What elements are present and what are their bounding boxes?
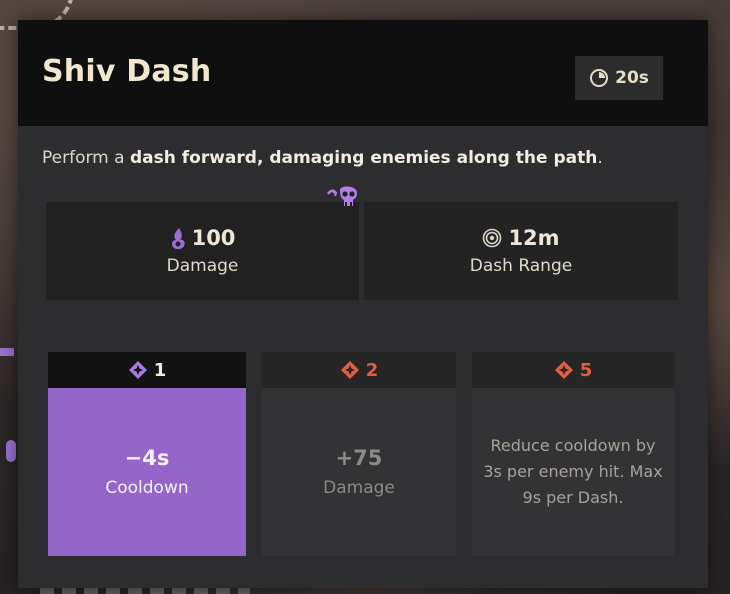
skull-upgrade-icon (326, 186, 357, 206)
ability-point-icon (554, 361, 573, 379)
background-marker-2 (6, 440, 16, 462)
upgrade-tier-1[interactable]: 1 −4s Cooldown (48, 352, 246, 556)
description-text: Perform a (42, 148, 130, 168)
ability-description: Perform a dash forward, damaging enemies… (42, 148, 682, 168)
upgrade-tier-1-label: Cooldown (105, 478, 189, 498)
stat-dash-range: 12m Dash Range (364, 202, 678, 300)
stat-range-value-row: 12m (482, 226, 560, 250)
upgrade-tier-3-header: 5 (472, 352, 674, 388)
upgrade-tier-3-cost: 5 (579, 359, 593, 381)
spirit-damage-icon (171, 228, 185, 250)
stat-range-value: 12m (508, 226, 560, 250)
range-target-icon (483, 228, 502, 248)
upgrade-tier-2-value: +75 (335, 446, 383, 470)
description-highlight: dash forward, damaging enemies along the… (129, 148, 598, 168)
description-end: . (597, 148, 603, 168)
ability-point-icon (340, 361, 359, 379)
stat-range-label: Dash Range (469, 256, 573, 276)
cooldown-badge: 20s (575, 56, 663, 100)
tooltip-header: Shiv Dash 20s (18, 20, 708, 126)
ability-point-icon (128, 361, 147, 379)
upgrade-tier-3-body: Reduce cooldown by 3s per enemy hit. Max… (472, 388, 674, 556)
stat-damage-value-row: 100 (170, 226, 236, 250)
upgrade-tier-1-value: −4s (124, 446, 170, 470)
upgrade-tier-1-body: −4s Cooldown (48, 388, 246, 556)
upgrade-tier-2-label: Damage (323, 478, 395, 498)
stat-damage: 100 Damage (46, 202, 359, 300)
upgrade-tier-1-header: 1 (48, 352, 246, 388)
background-marker (0, 348, 14, 356)
stat-damage-value: 100 (191, 226, 236, 250)
upgrade-tier-3[interactable]: 5 Reduce cooldown by 3s per enemy hit. M… (472, 352, 674, 556)
cooldown-icon (590, 69, 609, 87)
ability-title: Shiv Dash (42, 54, 212, 89)
ability-tooltip: Shiv Dash 20s Perform a dash forward, da… (18, 20, 708, 588)
upgrade-tier-2[interactable]: 2 +75 Damage (262, 352, 456, 556)
stat-damage-label: Damage (166, 256, 239, 276)
upgrade-tier-1-cost: 1 (153, 359, 167, 381)
upgrade-tier-2-body: +75 Damage (262, 388, 456, 556)
upgrade-tier-2-header: 2 (262, 352, 456, 388)
upgrade-tier-3-description: Reduce cooldown by 3s per enemy hit. Max… (483, 436, 663, 507)
cooldown-value: 20s (615, 68, 649, 88)
upgrade-tier-2-cost: 2 (365, 359, 379, 381)
